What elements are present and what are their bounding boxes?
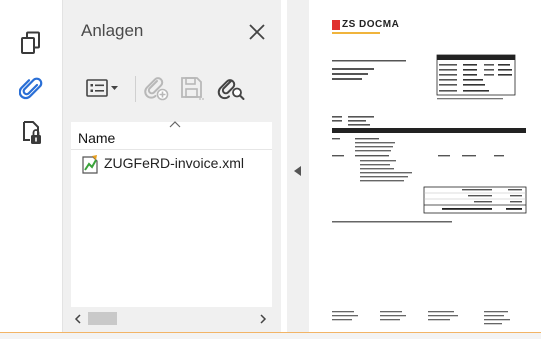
- left-rail: [0, 0, 62, 332]
- document-view[interactable]: ZS DOCMA: [310, 0, 541, 332]
- panel-collapse-handle[interactable]: [287, 0, 309, 332]
- pages-button[interactable]: [14, 26, 48, 60]
- scrollbar-thumb[interactable]: [88, 312, 117, 325]
- panel-title: Anlagen: [81, 21, 144, 40]
- add-attachment-icon: [144, 77, 169, 101]
- scroll-right-button[interactable]: [256, 311, 270, 326]
- close-icon: [249, 24, 265, 40]
- invoice-content-graphic: [332, 54, 527, 325]
- sort-ascending-icon: [169, 121, 181, 128]
- options-menu-button[interactable]: [81, 68, 125, 108]
- add-attachment-button[interactable]: [141, 68, 171, 108]
- column-header-name[interactable]: Name: [71, 121, 272, 150]
- attachment-row[interactable]: ZUGFeRD-invoice.xml: [71, 152, 272, 176]
- paperclip-icon: [19, 77, 43, 100]
- triangle-left-icon: [294, 166, 301, 176]
- save-attachment-button[interactable]: [177, 68, 207, 108]
- scroll-left-button[interactable]: [71, 311, 85, 326]
- options-menu-icon: [86, 79, 118, 97]
- attachment-name: ZUGFeRD-invoice.xml: [104, 155, 245, 171]
- chevron-right-icon: [260, 313, 267, 324]
- search-attachment-icon: [217, 79, 245, 100]
- xml-file-icon: [82, 155, 98, 174]
- search-attachment-button[interactable]: [215, 68, 247, 108]
- attachments-toolbar: [75, 68, 275, 110]
- security-button[interactable]: [14, 116, 48, 150]
- column-header-label: Name: [78, 130, 116, 146]
- attachments-list: Name ZUGFeRD-invoice.xml: [71, 121, 272, 307]
- invoice-page: ZS DOCMA: [318, 4, 540, 332]
- horizontal-scrollbar[interactable]: [69, 310, 274, 327]
- attachments-panel: Anlagen Name ZUGFeRD-invoice.xml: [63, 0, 281, 332]
- pages-icon: [21, 31, 40, 54]
- chevron-left-icon: [74, 313, 81, 324]
- toolbar-separator: [135, 76, 136, 102]
- close-panel-button[interactable]: [246, 21, 268, 43]
- pdf-viewer: Anlagen Name ZUGFeRD-invoice.xml ZS DOCM…: [0, 0, 541, 339]
- attachments-button[interactable]: [14, 72, 48, 106]
- lock-doc-icon: [23, 121, 41, 144]
- save-attachment-icon: [181, 77, 204, 100]
